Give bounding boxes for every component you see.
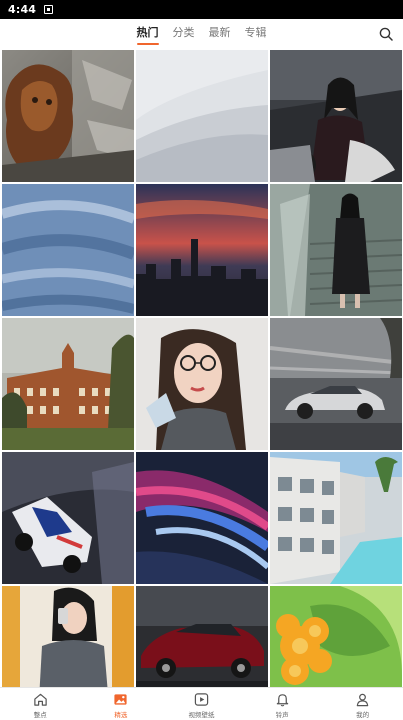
search-icon[interactable] <box>379 27 393 41</box>
bell-icon <box>276 694 288 707</box>
nav-item-featured[interactable]: 精选 <box>81 688 162 720</box>
top-header: 热门 分类 最新 专辑 <box>0 19 403 49</box>
nav-item-ringtone[interactable]: 铃声 <box>242 688 323 720</box>
wallpaper-tile-denim[interactable] <box>2 184 134 316</box>
tab-hot[interactable]: 热门 <box>130 19 166 49</box>
play-icon <box>194 693 209 706</box>
nav-item-profile[interactable]: 我的 <box>322 688 403 720</box>
wallpaper-tile-woman-mirror[interactable] <box>2 586 134 687</box>
nav-label-profile: 我的 <box>356 711 370 719</box>
category-tabs: 热门 分类 最新 专辑 <box>0 19 403 49</box>
nav-label-featured: 精选 <box>114 711 128 719</box>
nav-label-ringtone: 铃声 <box>275 711 289 719</box>
wallpaper-tile-orange-flower[interactable] <box>270 586 402 687</box>
notification-icon <box>44 5 54 14</box>
status-time: 4:44 <box>8 3 37 16</box>
tab-category[interactable]: 分类 <box>166 19 202 49</box>
wallpaper-tile-lion[interactable] <box>2 50 134 182</box>
tab-album[interactable]: 专辑 <box>238 19 274 49</box>
wallpaper-tile-race-car[interactable] <box>2 452 134 584</box>
wallpaper-tile-waves[interactable] <box>136 50 268 182</box>
wallpaper-tile-city-sunset[interactable] <box>136 184 268 316</box>
wallpaper-tile-red-car[interactable] <box>136 586 268 687</box>
wallpaper-tile-silver-car[interactable] <box>270 318 402 450</box>
status-bar: 4:44 <box>0 0 403 19</box>
wallpaper-grid <box>2 50 402 687</box>
nav-item-home[interactable]: 整点 <box>0 688 81 720</box>
tab-latest[interactable]: 最新 <box>202 19 238 49</box>
nav-item-video-wallpaper[interactable]: 视频壁纸 <box>161 688 242 720</box>
wallpaper-tile-woman-glasses[interactable] <box>136 318 268 450</box>
nav-label-home: 整点 <box>33 711 47 719</box>
image-icon <box>114 694 127 705</box>
wallpaper-tile-resort-pool[interactable] <box>270 452 402 584</box>
wallpaper-tile-woman-motorcycle[interactable] <box>270 50 402 182</box>
wallpaper-tile-woman-stairs[interactable] <box>270 184 402 316</box>
user-icon <box>356 693 369 707</box>
nav-label-video-wallpaper: 视频壁纸 <box>188 711 215 719</box>
home-icon <box>34 693 47 706</box>
bottom-navigation: 整点 精选 视频壁纸 铃声 我的 <box>0 687 403 720</box>
wallpaper-tile-abstract-swirl[interactable] <box>136 452 268 584</box>
wallpaper-tile-old-building[interactable] <box>2 318 134 450</box>
